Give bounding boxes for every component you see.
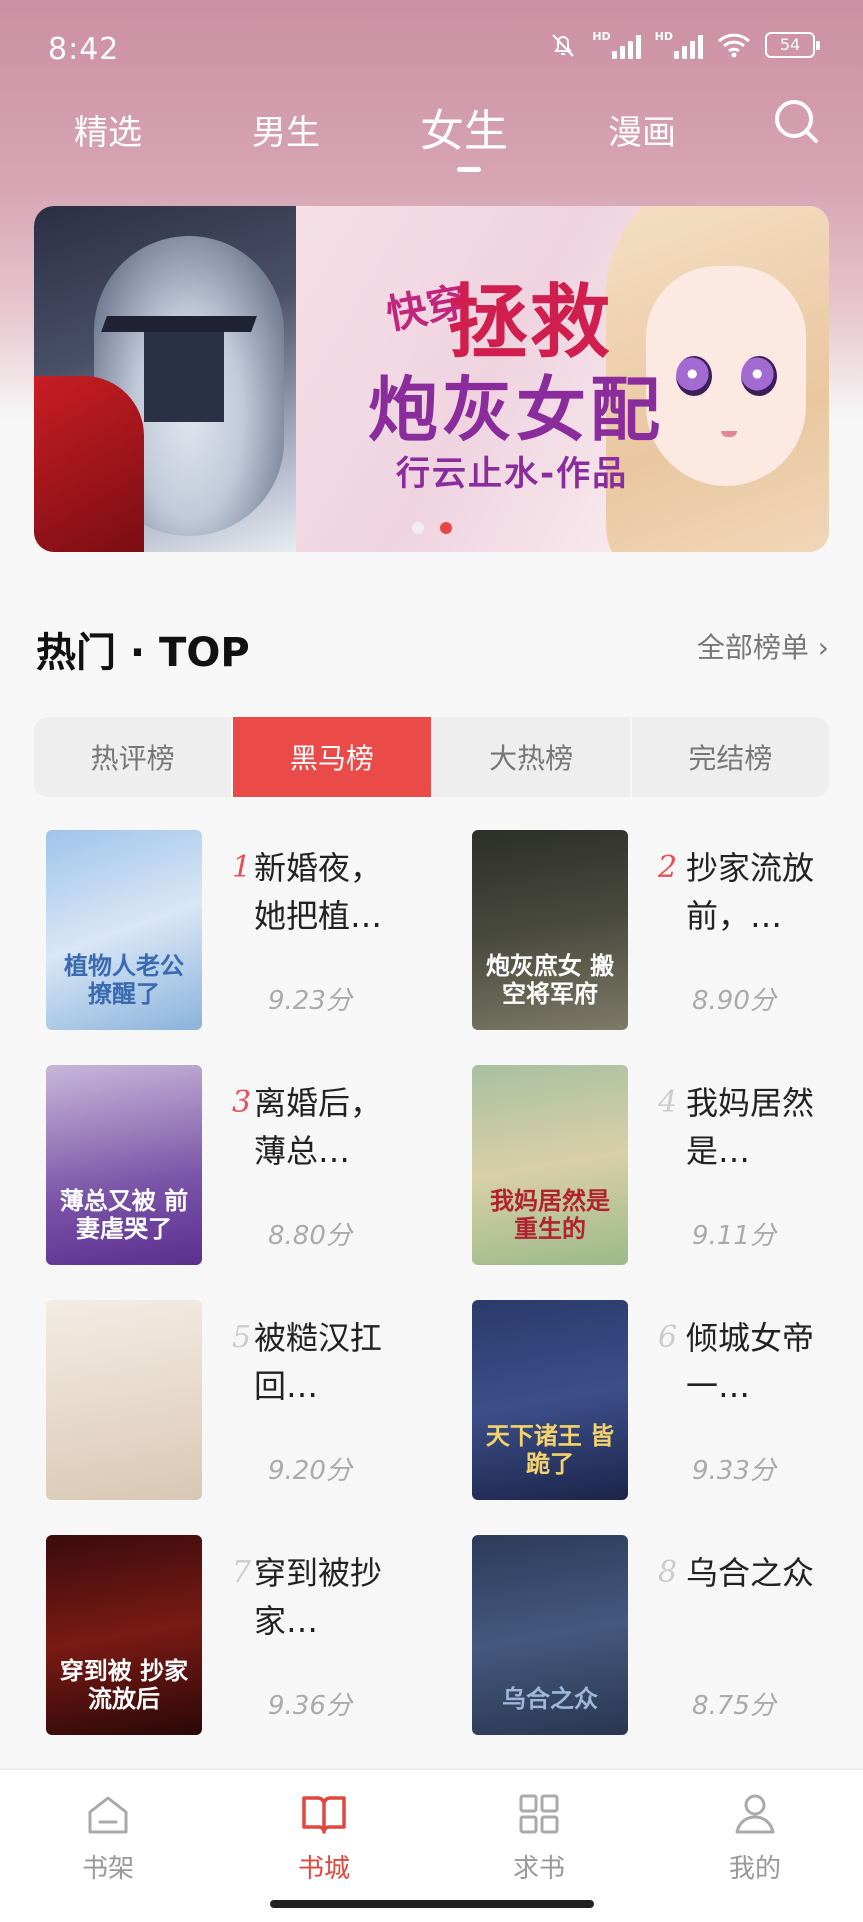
tab-female[interactable]: 女生	[420, 95, 508, 159]
banner-left-artwork	[34, 206, 296, 552]
section-title: 热门 · TOP	[36, 630, 250, 676]
active-tab-indicator	[457, 167, 481, 172]
home-indicator[interactable]	[270, 1900, 594, 1908]
rank-tab-dark-horse[interactable]: 黑马榜	[233, 717, 433, 797]
rank-number: 4	[658, 1085, 678, 1120]
book-item[interactable]: 植物人老公 撩醒了 1 新婚夜，她把植… 9.23分	[46, 830, 446, 1035]
book-cover: 薄总又被 前妻虐哭了	[46, 1065, 202, 1265]
book-item[interactable]: 乌合之众 8 乌合之众 8.75分	[472, 1535, 863, 1740]
book-title: 穿到被抄家…	[254, 1554, 383, 1640]
promo-banner[interactable]: 快穿 拯救 炮灰女配 行云止水-作品	[34, 206, 829, 552]
nav-profile[interactable]: 我的	[700, 1790, 810, 1890]
book-title: 倾城女帝一…	[686, 1319, 815, 1405]
signal-1-icon: HD	[592, 31, 641, 59]
user-icon	[735, 1794, 775, 1834]
all-rankings-link[interactable]: 全部榜单 ›	[697, 626, 829, 666]
book-title: 离婚后，薄总…	[254, 1084, 383, 1170]
book-item[interactable]: 穿到被 抄家流放后 7 穿到被抄家… 9.36分	[46, 1535, 446, 1740]
book-icon	[302, 1796, 346, 1834]
book-item[interactable]: 天下诸王 皆跪了 6 倾城女帝一… 9.33分	[472, 1300, 863, 1505]
status-icons: HD HD 54	[548, 30, 820, 60]
book-cover: 穿到被 抄家流放后	[46, 1535, 202, 1735]
rank-number: 6	[658, 1320, 678, 1355]
rank-number: 1	[232, 850, 252, 885]
battery-icon: 54	[765, 32, 820, 58]
search-icon[interactable]	[772, 97, 820, 145]
book-score: 9.20分	[268, 1456, 352, 1486]
rank-tab-completed[interactable]: 完结榜	[632, 717, 829, 797]
signal-2-icon: HD	[655, 31, 703, 59]
book-cover	[46, 1300, 202, 1500]
book-score: 8.75分	[692, 1691, 776, 1721]
tab-comics[interactable]: 漫画	[608, 105, 676, 154]
status-time: 8:42	[48, 32, 120, 67]
tab-featured[interactable]: 精选	[74, 105, 142, 154]
nav-label: 书城	[297, 1854, 350, 1884]
book-score: 9.33分	[692, 1456, 776, 1486]
nav-label: 求书	[512, 1854, 565, 1884]
book-score: 9.23分	[268, 986, 352, 1016]
rank-number: 5	[232, 1320, 252, 1355]
banner-title-big-2: 炮灰女配	[368, 369, 664, 451]
grid-icon	[519, 1794, 559, 1834]
rank-number: 7	[232, 1555, 252, 1590]
tab-male[interactable]: 男生	[252, 105, 320, 154]
nav-bookshelf[interactable]: 书架	[53, 1790, 163, 1890]
top-nav: 精选 男生 女生 漫画	[0, 95, 863, 175]
nav-request-book[interactable]: 求书	[484, 1790, 594, 1890]
rank-number: 8	[658, 1555, 678, 1590]
bottom-nav: 书架 书城 求书 我的	[0, 1768, 863, 1922]
banner-pagination	[34, 522, 829, 534]
book-title: 新婚夜，她把植…	[254, 849, 383, 935]
book-title: 被糙汉扛回…	[254, 1319, 383, 1405]
book-item[interactable]: 薄总又被 前妻虐哭了 3 离婚后，薄总… 8.80分	[46, 1065, 446, 1270]
book-item[interactable]: 炮灰庶女 搬空将军府 2 抄家流放前，… 8.90分	[472, 830, 863, 1035]
mute-bell-icon	[552, 34, 575, 57]
book-title: 乌合之众	[686, 1554, 815, 1592]
book-item[interactable]: 5 被糙汉扛回… 9.20分	[46, 1300, 446, 1505]
book-score: 9.36分	[268, 1691, 352, 1721]
banner-right-artwork: 快穿 拯救 炮灰女配 行云止水-作品	[296, 206, 829, 552]
rank-tabs: 热评榜 黑马榜 大热榜 完结榜	[34, 717, 829, 797]
book-score: 8.80分	[268, 1221, 352, 1251]
book-cover: 植物人老公 撩醒了	[46, 830, 202, 1030]
book-cover: 天下诸王 皆跪了	[472, 1300, 628, 1500]
rank-tab-big-hits[interactable]: 大热榜	[433, 717, 632, 797]
rank-number: 3	[232, 1085, 252, 1120]
book-score: 9.11分	[692, 1221, 776, 1251]
book-title: 抄家流放前，…	[686, 849, 815, 935]
nav-label: 书架	[81, 1854, 134, 1884]
book-cover: 我妈居然是 重生的	[472, 1065, 628, 1265]
book-cover: 乌合之众	[472, 1535, 628, 1735]
banner-dot[interactable]	[411, 522, 424, 534]
rank-tab-hot-reviews[interactable]: 热评榜	[34, 717, 234, 797]
nav-bookstore[interactable]: 书城	[269, 1790, 379, 1890]
rank-number: 2	[658, 850, 678, 885]
wifi-icon	[717, 33, 751, 58]
nav-label: 我的	[728, 1854, 781, 1884]
home-icon	[88, 1796, 128, 1834]
book-score: 8.90分	[692, 986, 776, 1016]
book-item[interactable]: 我妈居然是 重生的 4 我妈居然是… 9.11分	[472, 1065, 863, 1270]
status-bar: 8:42 HD HD 54	[0, 0, 863, 100]
book-cover: 炮灰庶女 搬空将军府	[472, 830, 628, 1030]
book-title: 我妈居然是…	[686, 1084, 815, 1170]
banner-author: 行云止水-作品	[396, 454, 629, 494]
banner-dot-active[interactable]	[439, 522, 452, 534]
